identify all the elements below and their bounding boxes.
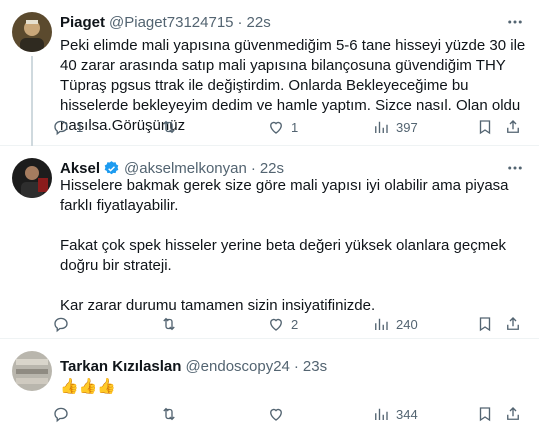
reply-icon: [52, 315, 70, 333]
separator: ·: [250, 159, 256, 177]
separator: ·: [237, 13, 243, 31]
tweet-header: Piaget @Piaget73124715 · 22s: [60, 12, 271, 32]
share-icon: [504, 118, 522, 136]
timestamp[interactable]: 22s: [260, 160, 284, 177]
author-name[interactable]: Tarkan Kızılaslan: [60, 358, 181, 375]
tweet-text: Hisselere bakmak gerek size göre mali ya…: [60, 176, 526, 316]
action-bar: 2 240: [52, 314, 522, 334]
reply-icon: [52, 118, 70, 136]
thread-line: [31, 56, 33, 146]
bookmark-icon: [476, 315, 494, 333]
views-count: 344: [396, 406, 418, 422]
tweet-tarkan[interactable]: Tarkan Kızılaslan @endoscopy24 · 23s 👍👍👍…: [0, 339, 539, 438]
views-count: 240: [396, 316, 418, 332]
reply-icon: [52, 405, 70, 423]
tweet-paragraph: Hisselere bakmak gerek size göre mali ya…: [60, 177, 509, 214]
avatar[interactable]: [12, 12, 52, 52]
reply-button[interactable]: 1: [52, 117, 83, 137]
author-handle[interactable]: @Piaget73124715: [109, 14, 234, 31]
timestamp[interactable]: 23s: [303, 358, 327, 375]
views-icon: [372, 315, 390, 333]
verified-badge-icon: [103, 160, 120, 177]
views-button[interactable]: 397: [372, 117, 418, 137]
views-count: 397: [396, 119, 418, 135]
tweet-header: Aksel @akselmelkonyan · 22s: [60, 158, 284, 178]
reply-count: 1: [76, 119, 84, 135]
views-icon: [372, 118, 390, 136]
views-button[interactable]: 344: [372, 404, 418, 424]
author-handle[interactable]: @akselmelkonyan: [124, 160, 247, 177]
tweet-aksel[interactable]: Aksel @akselmelkonyan · 22s Hisselere ba…: [0, 146, 539, 339]
like-count: 1: [291, 119, 299, 135]
retweet-icon: [160, 118, 178, 136]
tweet-paragraph: Kar zarar durumu tamamen sizin insiyatif…: [60, 297, 376, 314]
author-name[interactable]: Piaget: [60, 14, 105, 31]
like-icon: [267, 315, 285, 333]
like-button[interactable]: [267, 404, 291, 424]
views-icon: [372, 405, 390, 423]
author-name[interactable]: Aksel: [60, 160, 100, 177]
reply-button[interactable]: [52, 314, 76, 334]
retweet-icon: [160, 315, 178, 333]
tweet-text: 👍👍👍: [60, 377, 526, 397]
retweet-button[interactable]: [160, 314, 184, 334]
more-icon[interactable]: [505, 158, 525, 178]
like-button[interactable]: 1: [267, 117, 298, 137]
bookmark-icon: [476, 118, 494, 136]
share-button[interactable]: [504, 117, 522, 137]
bookmark-button[interactable]: [476, 314, 494, 334]
share-icon: [504, 315, 522, 333]
bookmark-button[interactable]: [476, 404, 494, 424]
like-count: 2: [291, 316, 299, 332]
like-button[interactable]: 2: [267, 314, 298, 334]
bookmark-icon: [476, 405, 494, 423]
retweet-icon: [160, 405, 178, 423]
retweet-button[interactable]: [160, 404, 184, 424]
tweet-paragraph: Fakat çok spek hisseler yerine beta değe…: [60, 237, 507, 274]
action-bar: 344: [52, 404, 522, 424]
share-button[interactable]: [504, 404, 522, 424]
more-icon[interactable]: [505, 12, 525, 32]
like-icon: [267, 118, 285, 136]
bookmark-button[interactable]: [476, 117, 494, 137]
tweet-piaget[interactable]: Piaget @Piaget73124715 · 22s Peki elimde…: [0, 0, 539, 146]
timestamp[interactable]: 22s: [247, 14, 271, 31]
avatar[interactable]: [12, 351, 52, 391]
views-button[interactable]: 240: [372, 314, 418, 334]
author-handle[interactable]: @endoscopy24: [185, 358, 289, 375]
retweet-button[interactable]: [160, 117, 184, 137]
separator: ·: [293, 357, 299, 375]
share-icon: [504, 405, 522, 423]
tweet-header: Tarkan Kızılaslan @endoscopy24 · 23s: [60, 356, 327, 376]
action-bar: 1 1 397: [52, 117, 522, 137]
tweet-paragraph: 👍👍👍: [60, 378, 117, 395]
reply-button[interactable]: [52, 404, 76, 424]
like-icon: [267, 405, 285, 423]
avatar[interactable]: [12, 158, 52, 198]
share-button[interactable]: [504, 314, 522, 334]
